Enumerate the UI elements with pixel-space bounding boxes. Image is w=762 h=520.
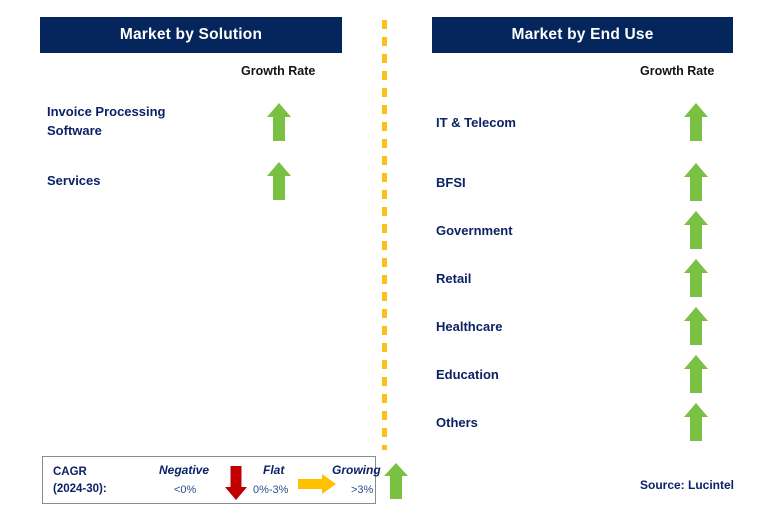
- legend-entry-growing-icon: [383, 462, 409, 500]
- legend-entry-flat-icon: [297, 473, 337, 495]
- list-item: Education: [436, 366, 499, 385]
- legend-box: CAGR (2024-30): Negative <0% Flat 0%-3% …: [42, 456, 408, 504]
- list-item: Invoice Processing Software: [47, 103, 166, 141]
- up-arrow-green-icon: [684, 103, 708, 141]
- right-arrow-yellow-icon: [298, 474, 336, 494]
- growth-indicator-cell: [681, 305, 711, 347]
- list-item: BFSI: [436, 174, 466, 193]
- segment-label: IT & Telecom: [436, 115, 516, 130]
- panel-header-market-by-solution: Market by Solution: [40, 17, 342, 53]
- panel-header-market-by-end-use: Market by End Use: [432, 17, 733, 53]
- growth-indicator-cell: [264, 101, 294, 143]
- segment-label: Education: [436, 367, 499, 382]
- growth-indicator-cell: [681, 101, 711, 143]
- down-arrow-red-icon: [225, 466, 247, 500]
- growth-indicator-cell: [681, 209, 711, 251]
- panel-title-text: Market by Solution: [119, 26, 263, 43]
- up-arrow-green-icon: [684, 355, 708, 393]
- up-arrow-green-icon: [684, 307, 708, 345]
- growth-indicator-cell: [681, 161, 711, 203]
- list-item: Services: [47, 172, 101, 191]
- growth-rate-column-label-left: Growth Rate: [241, 64, 316, 78]
- segment-label: Retail: [436, 271, 472, 286]
- legend-cagr-label: CAGR (2024-30):: [53, 466, 107, 495]
- list-item: Government: [436, 222, 513, 241]
- segment-label: Government: [436, 223, 513, 238]
- list-item: IT & Telecom: [436, 114, 516, 133]
- up-arrow-green-icon: [684, 403, 708, 441]
- list-item: Retail: [436, 270, 471, 289]
- up-arrow-green-icon: [684, 259, 708, 297]
- segment-label: BFSI: [436, 175, 466, 190]
- growth-indicator-cell: [681, 353, 711, 395]
- growth-indicator-cell: [681, 257, 711, 299]
- growth-indicator-cell: [681, 401, 711, 443]
- legend-entry-growing-title: Growing: [332, 463, 381, 477]
- up-arrow-green-icon: [384, 463, 408, 499]
- growth-rate-column-label-right: Growth Rate: [640, 64, 715, 78]
- up-arrow-green-icon: [267, 103, 291, 141]
- up-arrow-green-icon: [267, 162, 291, 200]
- legend-entry-negative-title: Negative: [159, 463, 210, 477]
- vertical-dashed-divider: [382, 20, 387, 450]
- legend-entry-flat-title: Flat: [263, 463, 285, 477]
- legend-entry-negative-range: <0%: [174, 484, 197, 496]
- panel-title-text: Market by End Use: [511, 26, 654, 43]
- segment-label: Invoice Processing Software: [47, 104, 166, 138]
- list-item: Others: [436, 414, 478, 433]
- legend-entry-flat-range: 0%-3%: [253, 484, 289, 496]
- list-item: Healthcare: [436, 318, 502, 337]
- legend-entry-negative-icon: [224, 465, 248, 501]
- infographic-canvas: Market by Solution Growth Rate Invoice P…: [0, 0, 762, 520]
- source-note: Source: Lucintel: [639, 478, 734, 492]
- segment-label: Others: [436, 415, 478, 430]
- segment-label: Services: [47, 173, 101, 188]
- legend-entry-growing-range: >3%: [351, 484, 374, 496]
- up-arrow-green-icon: [684, 163, 708, 201]
- segment-label: Healthcare: [436, 319, 503, 334]
- growth-indicator-cell: [264, 160, 294, 202]
- up-arrow-green-icon: [684, 211, 708, 249]
